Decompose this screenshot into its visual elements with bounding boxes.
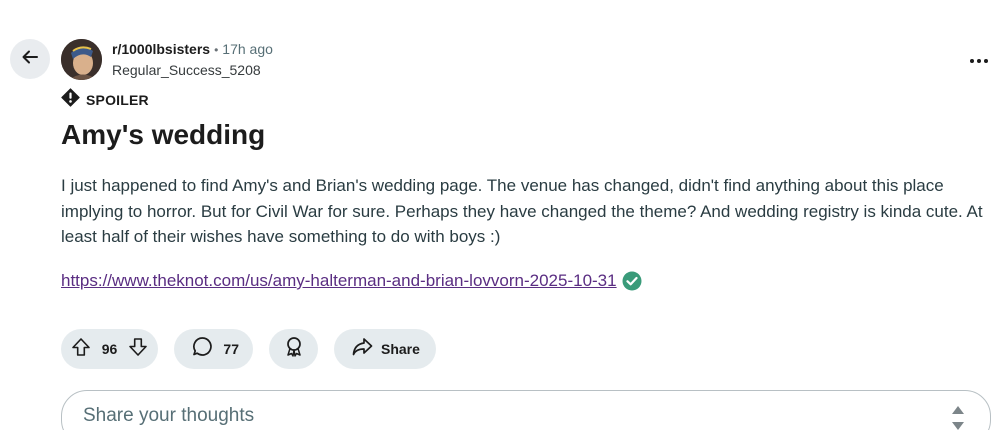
award-ribbon-icon — [284, 336, 304, 362]
share-label: Share — [381, 341, 420, 357]
post-body: I just happened to find Amy's and Brian'… — [61, 176, 983, 246]
author-link[interactable]: Regular_Success_5208 — [112, 61, 273, 79]
sort-arrows-icon[interactable] — [951, 405, 965, 430]
comments-button[interactable]: 77 — [174, 329, 253, 369]
post-timestamp: 17h ago — [222, 41, 273, 57]
meta-separator: • — [214, 43, 219, 57]
upvote-button[interactable] — [68, 336, 94, 362]
downvote-button[interactable] — [125, 336, 151, 362]
speech-bubble-icon — [192, 336, 213, 362]
spoiler-label: SPOILER — [86, 92, 149, 108]
arrow-up-icon — [71, 337, 91, 362]
more-options-button[interactable] — [960, 44, 998, 76]
spoiler-tag: SPOILER — [61, 88, 149, 112]
more-horizontal-icon — [969, 51, 989, 69]
back-button[interactable] — [10, 39, 50, 79]
share-arrow-icon — [352, 337, 373, 361]
comment-box[interactable] — [61, 390, 991, 430]
post-link[interactable]: https://www.theknot.com/us/amy-halterman… — [61, 269, 617, 293]
award-button[interactable] — [269, 329, 318, 369]
check-circle-icon — [622, 271, 642, 291]
arrow-down-icon — [128, 337, 148, 362]
comment-input[interactable] — [83, 405, 903, 427]
post-title: Amy's wedding — [61, 119, 266, 150]
post-link-row: https://www.theknot.com/us/amy-halterman… — [61, 269, 642, 293]
arrow-left-icon — [20, 47, 40, 72]
subreddit-link[interactable]: r/1000lbsisters — [112, 40, 210, 58]
comment-count: 77 — [223, 341, 239, 357]
post-meta: r/1000lbsisters • 17h ago Regular_Succes… — [112, 40, 273, 79]
share-button[interactable]: Share — [334, 329, 436, 369]
exclamation-diamond-icon — [61, 88, 80, 112]
vote-control: 96 — [61, 329, 158, 369]
subreddit-avatar[interactable] — [61, 39, 102, 80]
vote-count: 96 — [101, 341, 118, 357]
post-action-bar: 96 77 Share — [61, 329, 436, 369]
